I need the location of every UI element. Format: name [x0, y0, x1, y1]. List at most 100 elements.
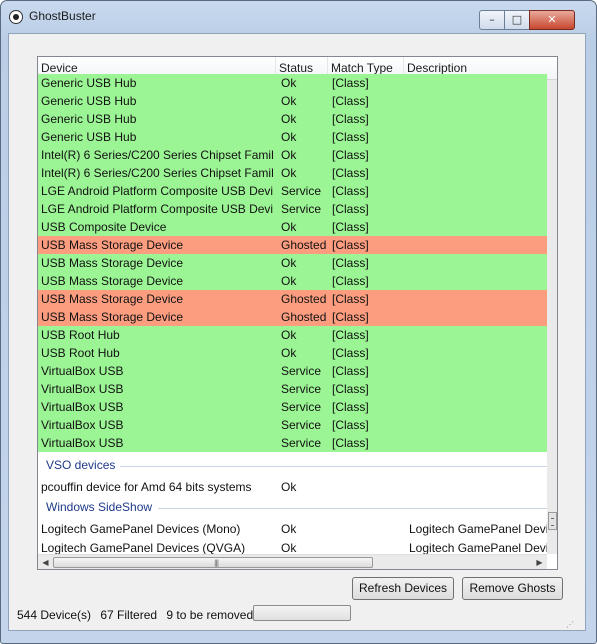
- match-type: [Class]: [332, 238, 369, 252]
- device-name: VirtualBox USB: [41, 436, 124, 450]
- table-row[interactable]: USB Root Hub Ok [Class]: [38, 344, 547, 362]
- device-name: Generic USB Hub: [41, 130, 137, 144]
- table-row[interactable]: Generic USB Hub Ok [Class]: [38, 92, 547, 110]
- table-row[interactable]: Generic USB Hub Ok [Class]: [38, 74, 547, 92]
- device-name: USB Mass Storage Device: [41, 310, 184, 324]
- scroll-right-arrow-icon[interactable]: ▶: [532, 555, 547, 569]
- refresh-devices-button[interactable]: Refresh Devices: [352, 577, 454, 600]
- group-header[interactable]: Windows SideShow: [38, 498, 547, 518]
- maximize-button[interactable]: □: [504, 10, 530, 30]
- vertical-scrollbar[interactable]: [547, 80, 557, 554]
- minimize-icon: –: [489, 13, 495, 26]
- table-row[interactable]: LGE Android Platform Composite USB Devic…: [38, 200, 547, 218]
- device-name: VirtualBox USB: [41, 418, 124, 432]
- match-type: [Class]: [332, 292, 369, 306]
- group-label: Windows SideShow: [46, 500, 153, 514]
- device-name: Logitech GamePanel Devices (Mono): [41, 522, 241, 536]
- match-type: [Class]: [332, 436, 369, 450]
- device-status: Service: [281, 400, 322, 414]
- device-name: VirtualBox USB: [41, 364, 124, 378]
- ghost-icon: [9, 10, 23, 24]
- table-row[interactable]: Generic USB Hub Ok [Class]: [38, 110, 547, 128]
- device-count: 544 Device(s): [17, 608, 92, 622]
- grip-icon: |||: [214, 559, 219, 567]
- table-row[interactable]: VirtualBox USB Service [Class]: [38, 416, 547, 434]
- table-row[interactable]: VirtualBox USB Service [Class]: [38, 362, 547, 380]
- group-header[interactable]: VSO devices: [38, 456, 547, 476]
- table-row[interactable]: USB Mass Storage Device Ghosted [Class]: [38, 236, 547, 254]
- device-status: Ok: [281, 166, 297, 180]
- device-status: Ok: [281, 76, 297, 90]
- device-name: USB Mass Storage Device: [41, 256, 184, 270]
- table-row[interactable]: VirtualBox USB Service [Class]: [38, 398, 547, 416]
- device-status: Ok: [281, 480, 297, 494]
- match-type: [Class]: [332, 184, 369, 198]
- table-row[interactable]: USB Mass Storage Device Ghosted [Class]: [38, 308, 547, 326]
- device-status: Ok: [281, 112, 297, 126]
- device-name: USB Root Hub: [41, 346, 120, 360]
- table-row[interactable]: VirtualBox USB Service [Class]: [38, 380, 547, 398]
- table-row[interactable]: LGE Android Platform Composite USB Devic…: [38, 182, 547, 200]
- progress-bar: [253, 605, 351, 621]
- list-body: Generic USB Hub Ok [Class] Generic USB Hub O…: [38, 74, 557, 555]
- match-type: [Class]: [332, 256, 369, 270]
- close-icon: ✕: [547, 13, 557, 26]
- device-status: Service: [281, 184, 322, 198]
- device-status: Ok: [281, 346, 297, 360]
- match-type: [Class]: [332, 346, 369, 360]
- device-name: VirtualBox USB: [41, 382, 124, 396]
- list-item[interactable]: pcouffin device for Amd 64 bits systems O…: [38, 478, 547, 496]
- list-item[interactable]: Logitech GamePanel Devices (Mono) Ok Logit…: [38, 520, 547, 538]
- match-type: [Class]: [332, 130, 369, 144]
- horizontal-scrollbar[interactable]: ◀ ||| ▶: [38, 554, 547, 569]
- table-row[interactable]: USB Composite Device Ok [Class]: [38, 218, 547, 236]
- table-row[interactable]: USB Mass Storage Device Ghosted [Class]: [38, 290, 547, 308]
- match-type: [Class]: [332, 364, 369, 378]
- minimize-button[interactable]: –: [479, 10, 505, 30]
- device-status: Ghosted: [281, 238, 327, 252]
- match-type: [Class]: [332, 328, 369, 342]
- title-bar[interactable]: GhostBuster – □ ✕: [1, 1, 596, 33]
- device-name: Intel(R) 6 Series/C200 Series Chipset Fa…: [41, 166, 273, 180]
- device-description: Logitech GamePanel Device: [409, 522, 547, 536]
- horizontal-scroll-thumb[interactable]: |||: [53, 557, 373, 568]
- match-type: [Class]: [332, 382, 369, 396]
- match-type: [Class]: [332, 274, 369, 288]
- device-name: Intel(R) 6 Series/C200 Series Chipset Fa…: [41, 148, 273, 162]
- table-row[interactable]: USB Mass Storage Device Ok [Class]: [38, 254, 547, 272]
- to-remove-count: 9 to be removed: [166, 608, 254, 622]
- maximize-icon: □: [511, 13, 523, 26]
- remove-ghosts-button[interactable]: Remove Ghosts: [462, 577, 563, 600]
- device-name: USB Mass Storage Device: [41, 292, 184, 306]
- group-label: VSO devices: [46, 458, 116, 472]
- table-row[interactable]: USB Mass Storage Device Ok [Class]: [38, 272, 547, 290]
- device-name: Generic USB Hub: [41, 112, 137, 126]
- device-name: Generic USB Hub: [41, 76, 137, 90]
- table-row[interactable]: USB Root Hub Ok [Class]: [38, 326, 547, 344]
- table-row[interactable]: Intel(R) 6 Series/C200 Series Chipset Fa…: [38, 146, 547, 164]
- device-status: Ok: [281, 274, 297, 288]
- device-status: Service: [281, 364, 322, 378]
- match-type: [Class]: [332, 220, 369, 234]
- close-button[interactable]: ✕: [529, 10, 575, 30]
- table-row[interactable]: Generic USB Hub Ok [Class]: [38, 128, 547, 146]
- match-type: [Class]: [332, 94, 369, 108]
- device-status: Ok: [281, 130, 297, 144]
- device-status: Service: [281, 202, 322, 216]
- match-type: [Class]: [332, 148, 369, 162]
- match-type: [Class]: [332, 400, 369, 414]
- match-type: [Class]: [332, 112, 369, 126]
- group-divider: [120, 466, 547, 467]
- window-title: GhostBuster: [29, 9, 96, 23]
- resize-grip-icon[interactable]: ⋰: [566, 620, 578, 632]
- device-status: Ok: [281, 94, 297, 108]
- device-name: USB Mass Storage Device: [41, 274, 184, 288]
- table-row[interactable]: Intel(R) 6 Series/C200 Series Chipset Fa…: [38, 164, 547, 182]
- table-row[interactable]: VirtualBox USB Service [Class]: [38, 434, 547, 452]
- device-status: Ok: [281, 220, 297, 234]
- device-name: pcouffin device for Amd 64 bits systems: [41, 480, 252, 494]
- device-list[interactable]: Device Status Match Type Description Gen…: [37, 56, 558, 570]
- status-bar: 544 Device(s) 67 Filtered 9 to be remove…: [17, 605, 259, 625]
- vertical-scroll-thumb[interactable]: [548, 512, 557, 530]
- scroll-left-arrow-icon[interactable]: ◀: [38, 555, 53, 569]
